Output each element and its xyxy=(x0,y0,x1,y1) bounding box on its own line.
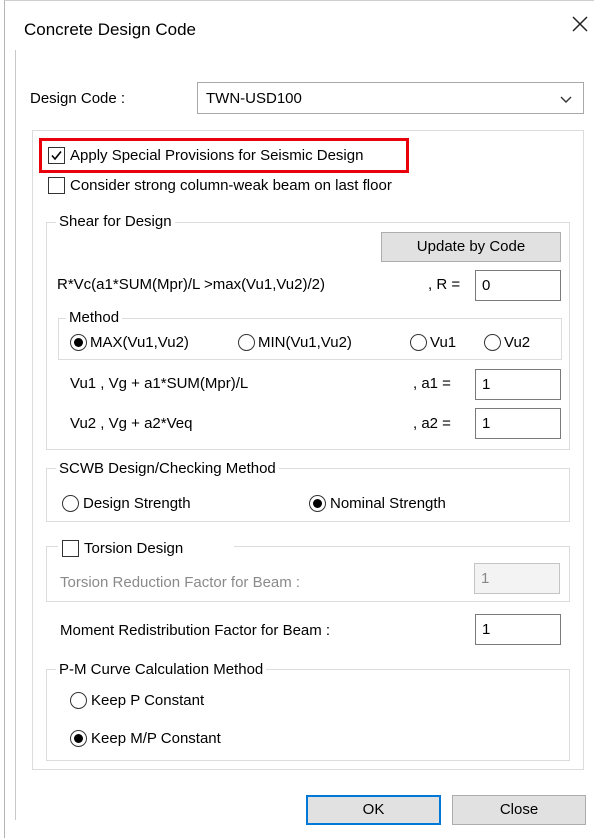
pm-curve-legend: P-M Curve Calculation Method xyxy=(56,661,267,678)
shear-design-legend: Shear for Design xyxy=(56,213,175,230)
design-code-value: TWN-USD100 xyxy=(206,90,302,107)
scwb-nominal-strength-label: Nominal Strength xyxy=(330,495,446,512)
radio-selected-dot xyxy=(74,338,83,347)
a1-input[interactable]: 1 xyxy=(475,369,561,400)
update-by-code-button[interactable]: Update by Code xyxy=(381,232,561,262)
shear-formula-text: R*Vc(a1*SUM(Mpr)/L >max(Vu1,Vu2)/2) xyxy=(57,276,325,293)
ok-button[interactable]: OK xyxy=(306,795,441,825)
moment-redistribution-input[interactable]: 1 xyxy=(475,614,561,645)
a2-value: 1 xyxy=(482,415,491,432)
torsion-design-label: Torsion Design xyxy=(84,540,184,557)
close-icon[interactable] xyxy=(568,12,592,36)
dialog-title: Concrete Design Code xyxy=(24,20,196,39)
a2-input[interactable]: 1 xyxy=(475,408,561,439)
pm-keep-p-label: Keep P Constant xyxy=(91,692,205,709)
method-vu1-label: Vu1 xyxy=(430,334,457,351)
r-factor-input[interactable]: 0 xyxy=(475,270,561,301)
scwb-design-strength-label: Design Strength xyxy=(83,495,191,512)
method-vu2-label: Vu2 xyxy=(504,334,531,351)
vu2-formula-text: Vu2 , Vg + a2*Veq xyxy=(70,415,193,432)
vu1-formula-text: Vu1 , Vg + a1*SUM(Mpr)/L xyxy=(70,375,249,392)
torsion-design-checkbox[interactable] xyxy=(62,540,79,557)
method-legend: Method xyxy=(66,309,123,326)
design-code-label: Design Code : xyxy=(30,90,126,107)
strong-column-checkbox[interactable] xyxy=(48,177,65,194)
r-factor-label: , R = xyxy=(428,276,461,293)
close-button[interactable]: Close xyxy=(452,795,586,825)
chevron-down-icon xyxy=(559,92,573,106)
method-max-label: MAX(Vu1,Vu2) xyxy=(90,334,189,351)
strong-column-label: Consider strong column-weak beam on last… xyxy=(70,177,392,194)
moment-redistribution-value: 1 xyxy=(482,621,491,638)
torsion-reduction-input: 1 xyxy=(474,563,560,594)
design-code-select[interactable]: TWN-USD100 xyxy=(197,82,584,114)
a1-label: , a1 = xyxy=(413,375,451,392)
method-vu1-radio[interactable] xyxy=(410,334,427,351)
radio-selected-dot xyxy=(74,734,83,743)
pm-keep-mp-label: Keep M/P Constant xyxy=(91,730,221,747)
method-min-radio[interactable] xyxy=(238,334,255,351)
pm-keep-p-radio[interactable] xyxy=(70,692,87,709)
method-min-label: MIN(Vu1,Vu2) xyxy=(258,334,352,351)
scwb-legend: SCWB Design/Checking Method xyxy=(56,460,279,477)
torsion-reduction-value: 1 xyxy=(481,570,490,587)
radio-selected-dot xyxy=(313,499,322,508)
torsion-reduction-label: Torsion Reduction Factor for Beam : xyxy=(60,574,301,591)
pm-keep-mp-radio[interactable] xyxy=(70,730,87,747)
apply-seismic-checkbox[interactable] xyxy=(48,147,65,164)
r-factor-value: 0 xyxy=(482,277,491,294)
a2-label: , a2 = xyxy=(413,415,451,432)
method-vu2-radio[interactable] xyxy=(484,334,501,351)
scwb-nominal-strength-radio[interactable] xyxy=(309,495,326,512)
a1-value: 1 xyxy=(482,376,491,393)
apply-seismic-label: Apply Special Provisions for Seismic Des… xyxy=(70,147,364,164)
method-max-radio[interactable] xyxy=(70,334,87,351)
pm-curve-group xyxy=(46,669,570,761)
moment-redistribution-label: Moment Redistribution Factor for Beam : xyxy=(60,622,331,639)
scwb-design-strength-radio[interactable] xyxy=(62,495,79,512)
